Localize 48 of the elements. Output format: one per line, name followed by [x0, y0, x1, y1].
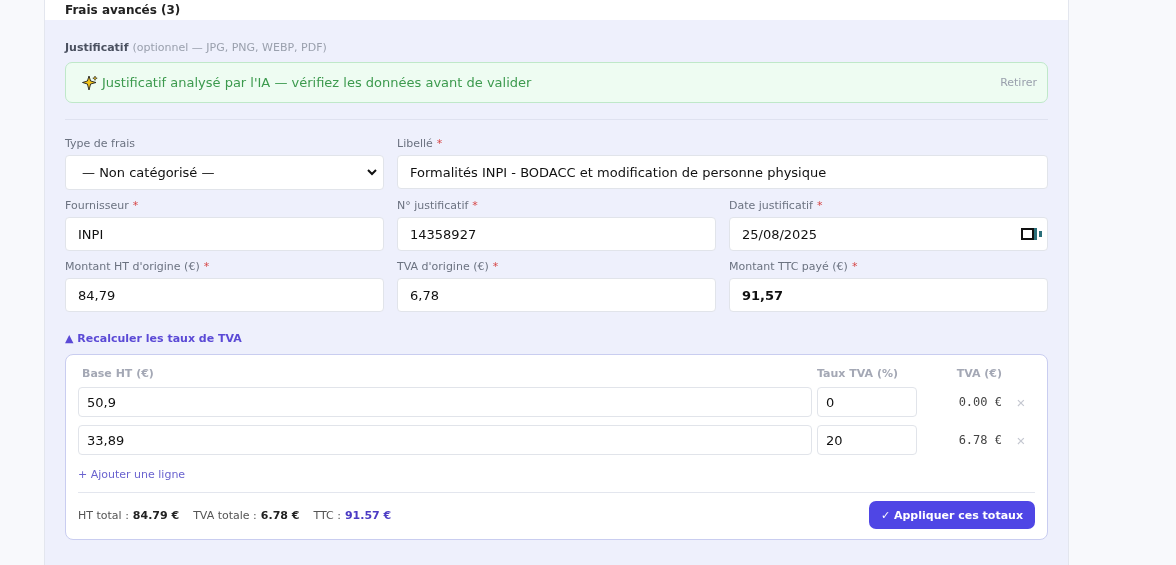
receipt-hint: (optionnel — JPG, PNG, WEBP, PDF) — [132, 41, 327, 54]
total-value: 84.79 € — [132, 508, 180, 522]
apply-button[interactable]: ✓ Appliquer ces totaux — [868, 501, 1035, 529]
dropdown[interactable]: — Non catégorisé — — [65, 155, 384, 190]
section-title: Frais avancés (3) — [65, 3, 181, 17]
column-header: Taux TVA (%) — [817, 367, 899, 380]
calendar-icon — [1021, 227, 1043, 241]
required-mark: * — [203, 260, 210, 274]
required-mark: * — [472, 199, 478, 213]
vat-amount: 0.00 € — [957, 395, 1002, 409]
rate-field[interactable]: 0 — [817, 387, 917, 417]
total-label: TTC : — [313, 508, 341, 522]
column-header: Base HT (€) — [81, 367, 155, 380]
required-mark: * — [816, 199, 823, 213]
field-label: Montant HT d'origine (€) — [65, 260, 200, 274]
rate-field[interactable]: 20 — [817, 425, 917, 455]
text-field[interactable]: 14358927 — [397, 217, 716, 251]
text-field[interactable]: 6,78 — [397, 278, 716, 312]
text-field[interactable]: 91,57 — [729, 278, 1048, 312]
banner-message: Justificatif analysé par l'IA — vérifiez les données avant de valider — [102, 75, 532, 90]
date-field[interactable]: 25/08/2025 — [729, 217, 1048, 251]
recalc-toggle[interactable]: ▲ Recalculer les taux de TVA — [65, 332, 242, 345]
chevron-down-icon — [367, 169, 377, 176]
total-label: TVA totale : — [193, 508, 257, 522]
field-label: TVA d'origine (€) — [397, 260, 489, 274]
field-label: Libellé — [397, 137, 433, 151]
required-mark: * — [436, 137, 443, 151]
required-mark: * — [851, 260, 858, 274]
total-value: 91.57 € — [344, 508, 392, 522]
field-label: Type de frais — [65, 137, 135, 151]
vat-amount: 6.78 € — [957, 433, 1002, 447]
field-label: N° justificatif — [397, 199, 469, 213]
field-label: Date justificatif — [729, 199, 813, 213]
base-field[interactable]: 33,89 — [78, 425, 812, 455]
total-label: HT total : — [78, 508, 129, 522]
field-label: Fournisseur — [65, 199, 129, 213]
receipt-label: Justificatif — [65, 41, 129, 54]
required-mark: * — [132, 199, 139, 213]
sparkle-icon — [82, 74, 98, 91]
text-field[interactable]: 84,79 — [65, 278, 384, 312]
text-field[interactable]: Formalités INPI - BODACC et modification de personne physique — [397, 155, 1048, 189]
base-field[interactable]: 50,9 — [78, 387, 812, 417]
column-header: TVA (€) — [955, 367, 1002, 380]
add-line-link[interactable]: + Ajouter une ligne — [78, 468, 186, 481]
field-label: Montant TTC payé (€) — [729, 260, 848, 274]
total-value: 6.78 € — [260, 508, 300, 522]
text-field[interactable]: INPI — [65, 217, 384, 251]
required-mark: * — [492, 260, 499, 274]
